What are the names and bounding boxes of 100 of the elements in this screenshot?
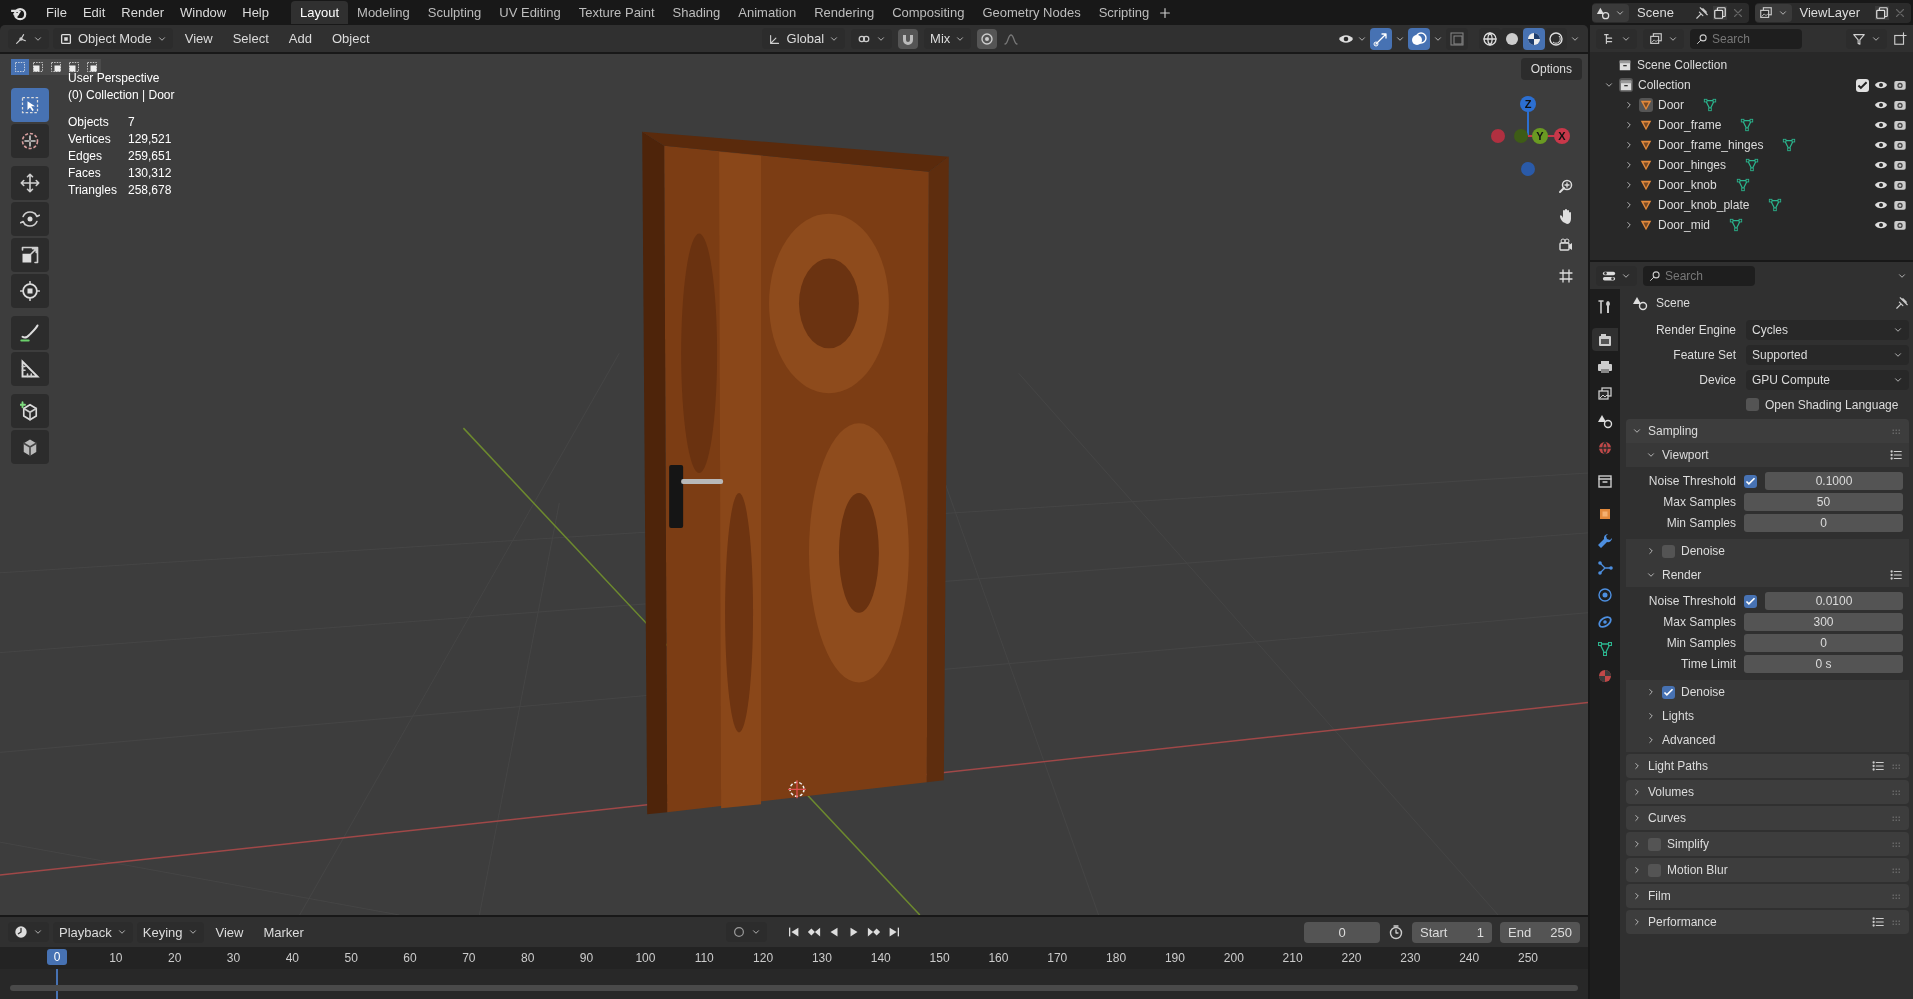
panel-header[interactable]: Motion Blur <box>1626 858 1909 882</box>
ruler-tool-button[interactable] <box>11 352 49 386</box>
subpanel-header[interactable]: Viewport <box>1626 443 1909 467</box>
workspace-tab[interactable]: Texture Paint <box>569 1 664 24</box>
number-field[interactable]: 0 s <box>1744 655 1903 673</box>
presets-icon[interactable] <box>1871 759 1885 773</box>
axis-handle[interactable]: Z <box>1520 96 1536 112</box>
object-icon[interactable] <box>1639 198 1653 212</box>
subpanel-header[interactable]: Lights <box>1626 704 1909 728</box>
tree-item[interactable]: Door_hinges <box>1658 158 1727 172</box>
tree-item[interactable]: Door_knob_plate <box>1658 198 1750 212</box>
panel-header[interactable]: Curves <box>1626 806 1909 830</box>
stopwatch-icon[interactable] <box>1388 924 1404 940</box>
axis-handle[interactable]: Y <box>1532 128 1548 144</box>
menu-item[interactable]: Marker <box>255 921 312 943</box>
mesh-data-icon[interactable] <box>1729 218 1744 232</box>
panel-title[interactable]: Sampling <box>1648 424 1699 438</box>
menu-item[interactable]: Keying <box>136 921 204 943</box>
pivot-dropdown[interactable] <box>851 28 893 49</box>
camera-icon[interactable] <box>1893 178 1907 192</box>
menu-item[interactable]: View <box>176 28 221 49</box>
workspace-tab[interactable]: Modeling <box>348 1 419 24</box>
proportional-edit-icon[interactable] <box>977 28 998 49</box>
camera-icon[interactable] <box>1893 138 1907 152</box>
workspace-tab[interactable]: UV Editing <box>490 1 570 24</box>
camera-icon[interactable] <box>1893 158 1907 172</box>
checkbox[interactable] <box>1744 594 1757 608</box>
panel-header[interactable]: Volumes <box>1626 780 1909 804</box>
editor-type-button[interactable] <box>8 922 49 942</box>
panel-header[interactable]: Light Paths <box>1626 754 1909 778</box>
tree-item[interactable]: Collection <box>1638 78 1691 92</box>
subpanel-title[interactable]: Denoise <box>1681 544 1726 558</box>
panel-title[interactable]: Light Paths <box>1648 759 1709 773</box>
tree-item[interactable]: Door_frame_hinges <box>1658 138 1764 152</box>
keying-mode-button[interactable] <box>725 922 767 942</box>
pin-icon[interactable] <box>1694 5 1709 20</box>
panel-header[interactable]: Film <box>1626 884 1909 908</box>
presets-icon[interactable] <box>1889 568 1903 582</box>
previous-keyframe-icon[interactable] <box>806 925 821 939</box>
camera-icon[interactable] <box>1893 198 1907 212</box>
axis-handle[interactable] <box>1521 162 1535 176</box>
workspace-tab[interactable]: Shading <box>663 1 730 24</box>
rotate-tool-button[interactable] <box>11 202 49 236</box>
tree-item[interactable]: Scene Collection <box>1637 58 1728 72</box>
camera-icon[interactable] <box>1893 98 1907 112</box>
menu-item[interactable]: Window <box>172 2 235 23</box>
mesh-data-icon[interactable] <box>1735 178 1750 192</box>
mesh-data-icon[interactable] <box>1703 98 1717 112</box>
menu-item[interactable]: Select <box>224 28 277 49</box>
subpanel-title[interactable]: Lights <box>1662 709 1695 723</box>
panel-title[interactable]: Simplify <box>1667 837 1709 851</box>
panel-title[interactable]: Volumes <box>1648 785 1695 799</box>
add-icon[interactable] <box>1158 5 1173 20</box>
select-box-tool-button[interactable] <box>11 88 49 122</box>
menu-item[interactable]: Edit <box>74 2 114 23</box>
new-collection-icon[interactable] <box>1893 31 1907 46</box>
object-icon[interactable] <box>1639 158 1653 172</box>
object-icon[interactable] <box>1639 98 1653 112</box>
editor-type-button[interactable] <box>1596 265 1637 286</box>
next-keyframe-icon[interactable] <box>866 925 881 939</box>
camera-icon[interactable] <box>1893 118 1907 132</box>
panel-header[interactable]: Simplify <box>1626 832 1909 856</box>
subpanel-header[interactable]: Denoise <box>1626 539 1909 563</box>
move-tool-button[interactable] <box>11 166 49 200</box>
menu-item[interactable]: Object <box>323 28 378 49</box>
number-field[interactable]: 0 <box>1744 514 1903 532</box>
workspace-tab[interactable]: Geometry Nodes <box>973 1 1090 24</box>
axis-handle[interactable] <box>1491 129 1505 143</box>
end-frame-field[interactable]: End 250 <box>1500 921 1580 943</box>
menu-item[interactable]: File <box>38 2 75 23</box>
workspace-tab[interactable]: Compositing <box>883 1 974 24</box>
current-frame-field[interactable]: 0 <box>1304 921 1380 943</box>
panel-header[interactable]: Performance <box>1626 910 1909 934</box>
number-field[interactable]: 0.1000 <box>1765 472 1903 490</box>
view-layer-browse-button[interactable] <box>1754 3 1792 22</box>
editor-type-button[interactable] <box>8 28 49 49</box>
cube-tool-button[interactable] <box>11 430 49 464</box>
search-field[interactable]: Search <box>1690 28 1802 49</box>
overlay-icon[interactable] <box>1408 27 1430 50</box>
workspace-tab[interactable]: Animation <box>729 1 806 24</box>
subpanel-header[interactable]: Denoise <box>1626 680 1909 704</box>
pin-icon[interactable] <box>1895 296 1909 310</box>
subpanel-header[interactable]: Render <box>1626 563 1909 587</box>
object-icon[interactable] <box>1639 218 1653 232</box>
tree-item[interactable]: Door_knob <box>1658 178 1717 192</box>
menu-item[interactable]: Playback <box>53 921 133 943</box>
subpanel-header[interactable]: Advanced <box>1626 728 1909 752</box>
object-icon[interactable] <box>1639 118 1653 132</box>
select-mode-button[interactable] <box>83 59 101 75</box>
jump-start-icon[interactable] <box>786 925 801 939</box>
workspace-tab[interactable]: Layout <box>291 1 349 24</box>
checkbox[interactable] <box>1746 398 1759 411</box>
mesh-data-icon[interactable] <box>1768 198 1783 212</box>
panel-header[interactable]: Sampling <box>1626 419 1909 443</box>
orientation-dropdown[interactable]: Global <box>761 28 846 49</box>
checkbox[interactable] <box>1744 474 1757 488</box>
presets-icon[interactable] <box>1889 448 1903 462</box>
camera-icon[interactable] <box>1893 78 1907 92</box>
cursor-tool-button[interactable] <box>11 124 49 158</box>
axis-handle[interactable]: X <box>1554 128 1570 144</box>
